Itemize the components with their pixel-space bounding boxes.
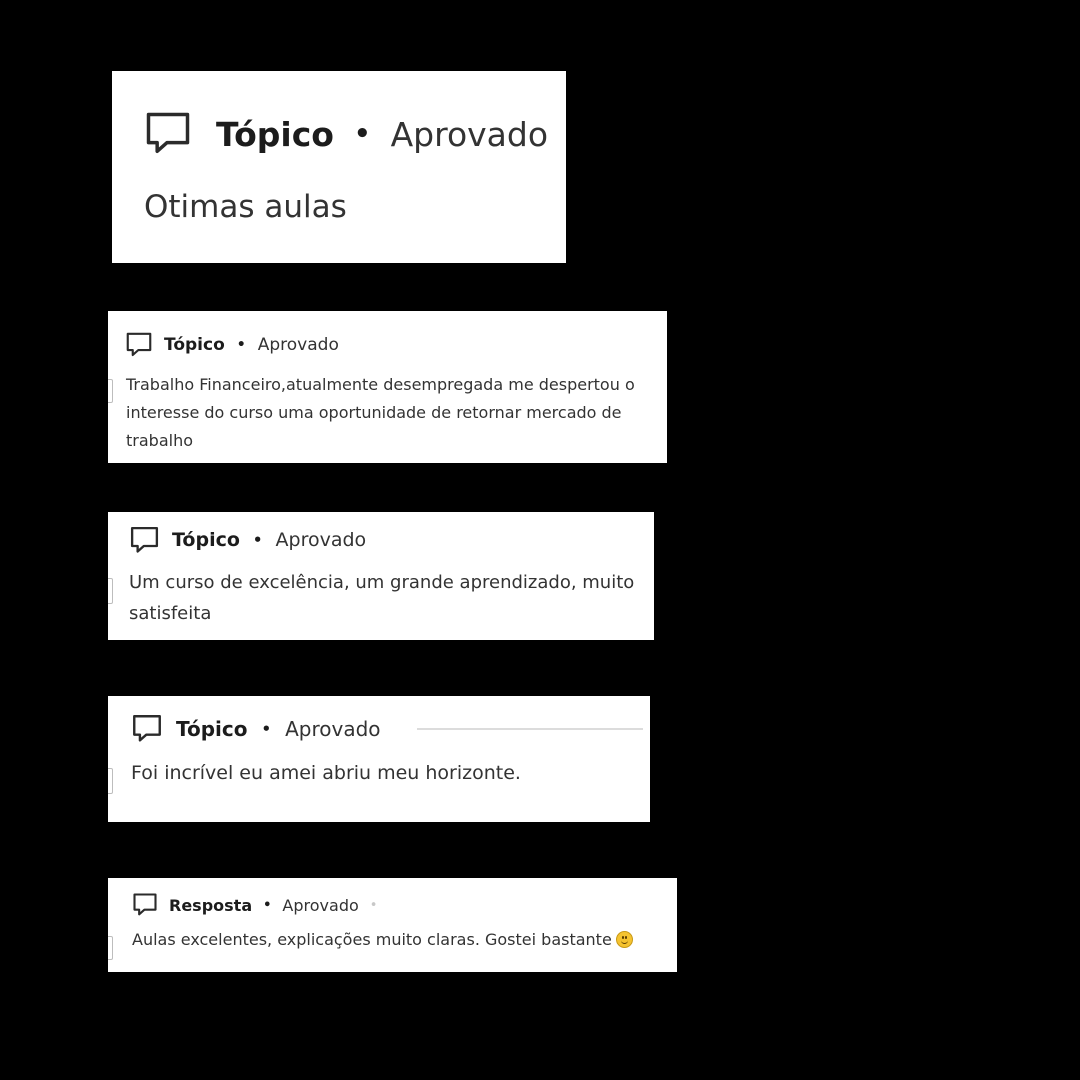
status-label: Aprovado xyxy=(257,335,339,355)
status-label: Aprovado xyxy=(282,895,359,915)
comment-text-line: trabalho xyxy=(126,431,193,450)
comment-text: Aulas excelentes, explicações muito clar… xyxy=(132,930,633,949)
card-edge xyxy=(108,578,113,604)
comment-text: Trabalho Financeiro,atualmente desempreg… xyxy=(126,371,635,455)
separator-dot: • xyxy=(353,119,371,149)
trailing-dot: • xyxy=(369,897,378,913)
card-edge xyxy=(108,768,113,794)
speech-bubble-icon xyxy=(124,330,154,360)
comment-card-5: Resposta • Aprovado • Aulas excelentes, … xyxy=(108,878,677,972)
comment-text: Foi incrível eu amei abriu meu horizonte… xyxy=(131,762,521,784)
separator-dot: • xyxy=(252,531,263,549)
comment-text-line: Trabalho Financeiro,atualmente desempreg… xyxy=(126,375,635,394)
post-type-label: Tópico xyxy=(172,529,240,551)
card-edge xyxy=(108,936,113,960)
speech-bubble-icon xyxy=(130,712,164,746)
post-type-label: Resposta xyxy=(169,895,253,915)
card-edge xyxy=(108,379,113,403)
separator-dot: • xyxy=(261,720,272,738)
speech-bubble-icon xyxy=(128,524,161,557)
speech-bubble-icon xyxy=(131,891,159,919)
separator-dot: • xyxy=(263,897,272,913)
comment-text-line: satisfeita xyxy=(129,603,212,624)
comment-text-line: interesse do curso uma oportunidade de r… xyxy=(126,403,622,422)
comment-card-3: Tópico • Aprovado Um curso de excelência… xyxy=(108,512,654,640)
post-type-label: Tópico xyxy=(164,335,225,355)
post-type-label: Tópico xyxy=(216,114,334,154)
comment-text-content: Aulas excelentes, explicações muito clar… xyxy=(132,930,612,949)
status-label: Aprovado xyxy=(390,114,549,154)
status-label: Aprovado xyxy=(275,529,367,551)
comment-text: Otimas aulas xyxy=(144,189,347,225)
obscured-date xyxy=(416,728,643,730)
separator-dot: • xyxy=(236,337,246,353)
comment-card-2: Tópico • Aprovado Trabalho Financeiro,at… xyxy=(108,311,667,463)
speech-bubble-icon xyxy=(142,108,194,160)
comment-card-1: Tópico • Aprovado • Otimas aulas xyxy=(112,71,566,263)
comment-text: Um curso de excelência, um grande aprend… xyxy=(129,567,634,629)
comment-text-line: Um curso de excelência, um grande aprend… xyxy=(129,572,635,593)
status-label: Aprovado xyxy=(285,717,381,741)
comment-card-4: Tópico • Aprovado Foi incrível eu amei a… xyxy=(108,696,650,822)
post-type-label: Tópico xyxy=(176,717,248,741)
smiling-face-emoji-icon xyxy=(615,931,633,948)
